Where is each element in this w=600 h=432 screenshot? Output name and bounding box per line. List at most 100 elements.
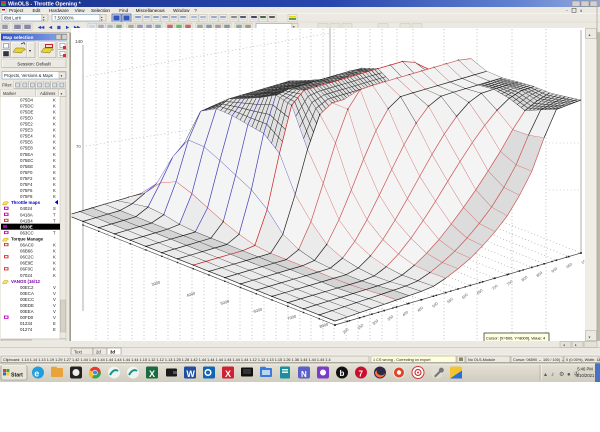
svg-text:K: K (53, 249, 56, 254)
svg-text:5:46 PM: 5:46 PM (577, 367, 593, 372)
svg-text:06E9E: 06E9E (20, 261, 33, 266)
svg-text:▴: ▴ (589, 32, 591, 37)
svg-text:X: X (149, 369, 155, 379)
svg-text:WinOLS - Throttle Opening *: WinOLS - Throttle Opening * (8, 2, 82, 8)
svg-text:01274: 01274 (20, 327, 33, 332)
svg-text:T: T (53, 218, 56, 223)
svg-text:0418A: 0418A (20, 212, 33, 217)
svg-text:Cursor: 06590 ← 100 / 100| →: Cursor: 06590 ← 100 / 100| → (513, 358, 565, 362)
svg-text:Clipboard: 1.14 1.14 1.13 1.19: Clipboard: 1.14 1.14 1.13 1.19 1.29 1.27… (3, 358, 331, 362)
svg-text:K: K (53, 176, 56, 181)
svg-text:K: K (53, 140, 56, 145)
svg-text:N: N (301, 370, 307, 379)
svg-text:7: 7 (359, 370, 364, 379)
svg-text:041B4: 041B4 (20, 218, 33, 223)
svg-text:K: K (53, 188, 56, 193)
svg-text:Session: Default: Session: Default (17, 61, 51, 66)
svg-text:No OLS-Module: No OLS-Module (468, 358, 495, 362)
svg-text:V: V (53, 297, 56, 302)
svg-text:◀◀: ◀◀ (37, 25, 45, 30)
svg-text:075E8: 075E8 (20, 146, 33, 151)
svg-text:K: K (53, 182, 56, 187)
svg-text:K: K (53, 243, 56, 248)
svg-text:075E4: 075E4 (20, 134, 33, 139)
svg-text:04024: 04024 (20, 206, 33, 211)
svg-text:075D4: 075D4 (20, 97, 33, 102)
svg-text:E: E (53, 327, 56, 332)
svg-text:VANOS (16/12: VANOS (16/12 (11, 279, 41, 284)
svg-text:06C2C: 06C2C (20, 255, 34, 260)
svg-text:V: V (53, 309, 56, 314)
svg-text:Address: Address (40, 91, 55, 96)
svg-text:06B66: 06B66 (20, 249, 33, 254)
svg-text:075F4: 075F4 (20, 182, 33, 187)
svg-text:K: K (53, 273, 56, 278)
svg-text:Start: Start (11, 373, 23, 379)
svg-text:K: K (53, 194, 56, 199)
svg-text:◂: ◂ (563, 343, 565, 347)
svg-text:♪: ♪ (551, 372, 554, 378)
svg-text:2d: 2d (96, 349, 101, 354)
svg-text:075E0: 075E0 (20, 115, 33, 120)
svg-text:Text: Text (74, 349, 83, 354)
svg-text:Torque Manage: Torque Manage (11, 236, 44, 241)
svg-text:Project: Project (9, 8, 24, 13)
svg-text:075F0: 075F0 (20, 170, 33, 175)
svg-text:V: V (53, 303, 56, 308)
svg-text:V: V (53, 285, 56, 290)
svg-text:075EE: 075EE (20, 164, 33, 169)
svg-text:V: V (53, 291, 56, 296)
svg-text:063CC: 063CC (20, 230, 34, 235)
svg-text:K: K (53, 152, 56, 157)
svg-text:06F0C: 06F0C (20, 267, 33, 272)
svg-text:▦: ▦ (57, 25, 61, 30)
svg-text:Cursor: [X=600, Y=8000], Value: Cursor: [X=600, Y=8000], Value: 4 (486, 335, 546, 340)
svg-text:X: X (225, 369, 231, 379)
svg-text:075DE: 075DE (20, 109, 33, 114)
svg-text:K: K (53, 128, 56, 133)
svg-text:V: V (53, 315, 56, 320)
svg-text:T: T (53, 212, 56, 217)
svg-text:K: K (53, 164, 56, 169)
svg-text:Throttle maps: Throttle maps (11, 200, 41, 205)
svg-text:1 CS wrong - Correcting on exp: 1 CS wrong - Correcting on export (373, 358, 432, 362)
svg-text:Projects, Versions & Maps: Projects, Versions & Maps (4, 73, 53, 78)
svg-text:▸: ▸ (575, 343, 577, 347)
svg-text:K: K (53, 261, 56, 266)
svg-text:00ECA: 00ECA (20, 291, 34, 296)
svg-text:K: K (53, 158, 56, 163)
svg-text:K: K (53, 267, 56, 272)
svg-text:Hardware: Hardware (49, 8, 69, 13)
svg-text:b: b (340, 369, 345, 378)
svg-text:K: K (53, 255, 56, 260)
svg-text:3d: 3d (110, 349, 115, 354)
svg-text:●: ● (567, 372, 571, 378)
svg-text:075E2: 075E2 (20, 122, 33, 127)
svg-text:E: E (53, 321, 56, 326)
svg-text:T: T (53, 230, 56, 235)
svg-text:0 (0.00%), Width: 14: 0 (0.00%), Width: 14 (566, 358, 600, 362)
svg-text:01234: 01234 (20, 321, 33, 326)
svg-text:▴: ▴ (544, 372, 547, 378)
svg-text:00FD0: 00FD0 (20, 315, 34, 320)
svg-text:▾: ▾ (29, 48, 31, 53)
svg-text:K: K (53, 134, 56, 139)
svg-text:▾: ▾ (61, 92, 63, 96)
svg-text:00EEA: 00EEA (20, 309, 34, 314)
svg-text:e: e (34, 369, 39, 379)
svg-text:075EC: 075EC (20, 158, 33, 163)
svg-text:Selection: Selection (91, 8, 110, 13)
svg-text:0630E: 0630E (20, 224, 33, 229)
svg-text:K: K (53, 146, 56, 151)
svg-text:K: K (53, 103, 56, 108)
svg-text:Miscellaneous: Miscellaneous (136, 8, 166, 13)
svg-text:⚙: ⚙ (559, 371, 564, 378)
svg-text:▾: ▾ (589, 335, 591, 340)
svg-text:Map selection: Map selection (3, 35, 34, 40)
svg-text:8bit LoHi: 8bit LoHi (4, 16, 21, 21)
svg-text:075F2: 075F2 (20, 176, 33, 181)
svg-text:00ECC: 00ECC (20, 297, 34, 302)
svg-text:4/10/2021: 4/10/2021 (576, 373, 595, 378)
svg-text:00EDE: 00EDE (20, 303, 34, 308)
svg-text:K: K (53, 170, 56, 175)
